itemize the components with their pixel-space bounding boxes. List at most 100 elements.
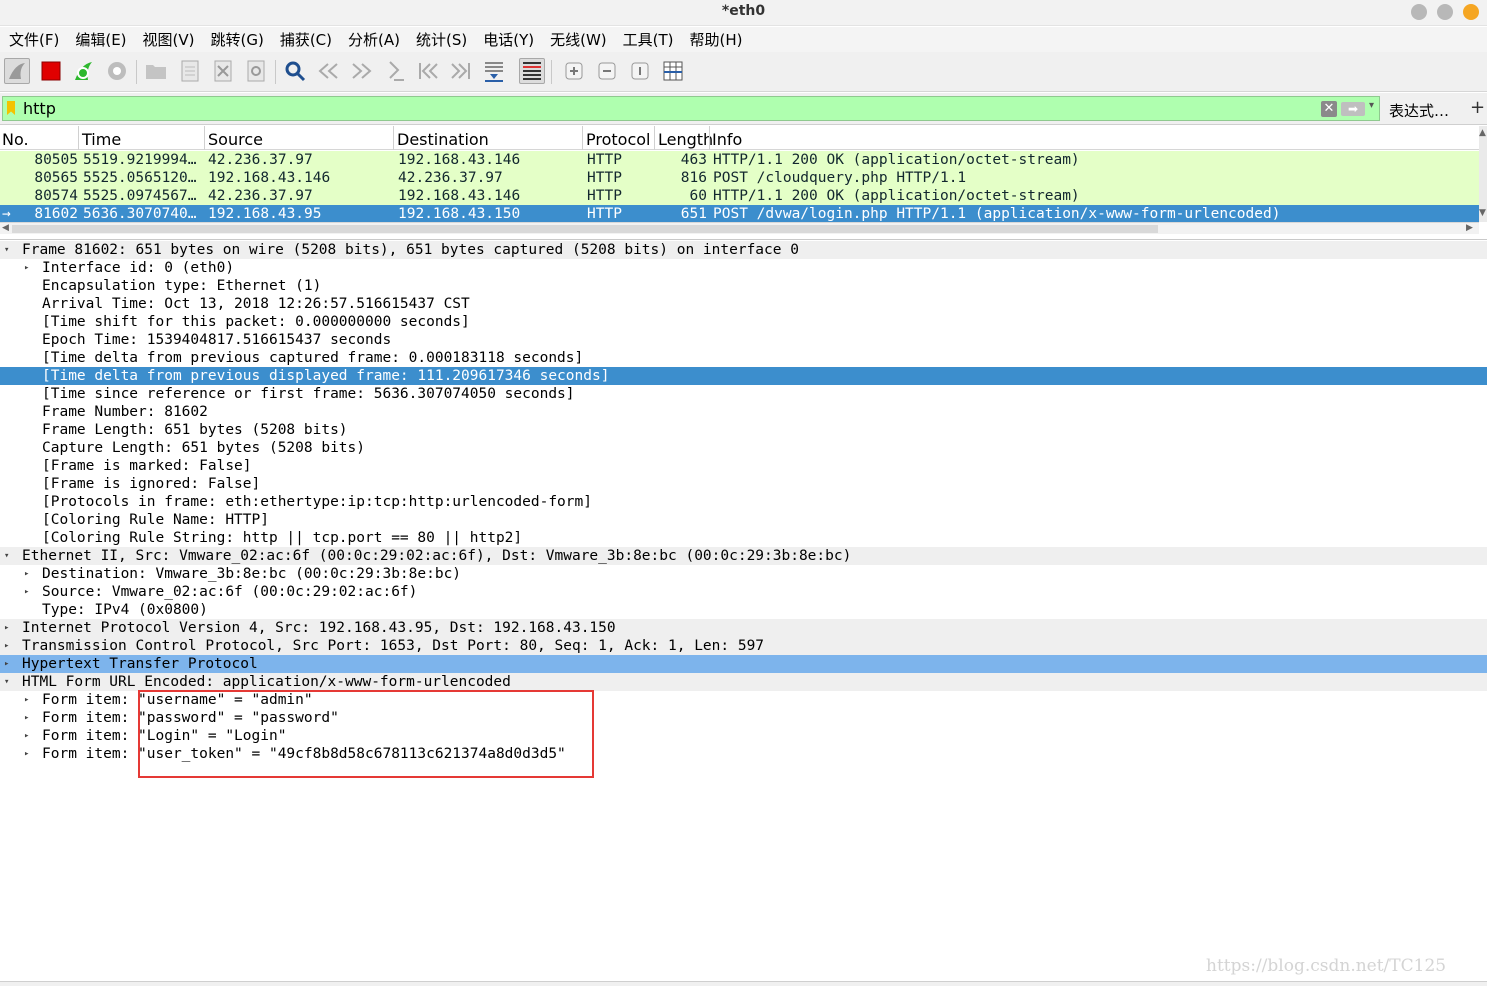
go-to-packet-icon[interactable]	[382, 58, 408, 84]
reload-file-icon[interactable]	[243, 58, 269, 84]
detail-tree-item[interactable]: Epoch Time: 1539404817.516615437 seconds	[0, 331, 1487, 349]
bookmark-icon[interactable]	[7, 101, 15, 115]
column-header-info[interactable]: Info	[712, 130, 742, 149]
detail-tree-item[interactable]: Encapsulation type: Ethernet (1)	[0, 277, 1487, 295]
expand-arrow-icon[interactable]: ▸	[4, 655, 9, 673]
open-file-icon[interactable]	[143, 58, 169, 84]
menu-edit[interactable]: 编辑(E)	[75, 29, 126, 50]
clear-filter-icon[interactable]: ✕	[1321, 101, 1337, 117]
detail-tree-item[interactable]: [Frame is ignored: False]	[0, 475, 1487, 493]
collapse-arrow-icon[interactable]: ▾	[4, 547, 9, 565]
column-header-length[interactable]: Length	[658, 130, 713, 149]
collapse-arrow-icon[interactable]: ▾	[4, 673, 9, 691]
zoom-out-icon[interactable]	[594, 58, 620, 84]
capture-options-icon[interactable]	[104, 58, 130, 84]
column-header-source[interactable]: Source	[208, 130, 263, 149]
menu-help[interactable]: 帮助(H)	[690, 29, 743, 50]
expand-arrow-icon[interactable]: ▸	[24, 565, 29, 583]
chevron-down-icon[interactable]: ▾	[1369, 100, 1374, 111]
packet-row[interactable]: 80574 5525.0974567… 42.236.37.97 192.168…	[0, 187, 1479, 205]
close-file-icon[interactable]	[210, 58, 236, 84]
expand-arrow-icon[interactable]: ▸	[24, 745, 29, 763]
menu-view[interactable]: 视图(V)	[143, 29, 195, 50]
detail-tree-item[interactable]: Arrival Time: Oct 13, 2018 12:26:57.5166…	[0, 295, 1487, 313]
detail-tree-node[interactable]: ▸ Internet Protocol Version 4, Src: 192.1…	[0, 619, 1487, 637]
packet-source: 42.236.37.97	[208, 188, 313, 204]
save-file-icon[interactable]	[177, 58, 203, 84]
detail-tree-item[interactable]: ▸ Destination: Vmware_3b:8e:bc (00:0c:29:…	[0, 565, 1487, 583]
find-packet-icon[interactable]	[282, 58, 308, 84]
expression-button[interactable]: 表达式…	[1389, 100, 1449, 121]
detail-tree-item[interactable]: ▸ Interface id: 0 (eth0)	[0, 259, 1487, 277]
maximize-button[interactable]	[1437, 4, 1453, 20]
detail-tree-item[interactable]: [Time delta from previous displayed fram…	[0, 367, 1487, 385]
expand-arrow-icon[interactable]: ▸	[4, 637, 9, 655]
detail-tree-item[interactable]: [Protocols in frame: eth:ethertype:ip:tc…	[0, 493, 1487, 511]
detail-tree-node[interactable]: ▾ Ethernet II, Src: Vmware_02:ac:6f (00:0…	[0, 547, 1487, 565]
apply-filter-icon[interactable]: ➡	[1341, 102, 1365, 116]
detail-tree-item[interactable]: [Coloring Rule String: http || tcp.port …	[0, 529, 1487, 547]
go-back-icon[interactable]	[315, 58, 341, 84]
close-window-button[interactable]	[1463, 4, 1479, 20]
packet-list-vertical-scrollbar[interactable]: ▲ ▼	[1479, 126, 1487, 222]
packet-details-pane: ▾ Frame 81602: 651 bytes on wire (5208 bi…	[0, 239, 1487, 981]
last-packet-icon[interactable]	[448, 58, 474, 84]
detail-tree-node[interactable]: ▸ Transmission Control Protocol, Src Port…	[0, 637, 1487, 655]
first-packet-icon[interactable]	[415, 58, 441, 84]
packet-info: POST /dvwa/login.php HTTP/1.1 (applicati…	[713, 206, 1281, 222]
collapse-arrow-icon[interactable]: ▾	[4, 241, 9, 259]
restart-capture-icon[interactable]	[71, 58, 97, 84]
detail-tree-item[interactable]: [Time delta from previous captured frame…	[0, 349, 1487, 367]
minimize-button[interactable]	[1411, 4, 1427, 20]
menu-statistics[interactable]: 统计(S)	[416, 29, 467, 50]
stop-capture-icon[interactable]	[38, 58, 64, 84]
packet-row[interactable]: 80565 5525.0565120… 192.168.43.146 42.23…	[0, 169, 1479, 187]
menu-file[interactable]: 文件(F)	[9, 29, 59, 50]
zoom-in-icon[interactable]	[561, 58, 587, 84]
go-forward-icon[interactable]	[349, 58, 375, 84]
packet-list-horizontal-scrollbar[interactable]: ◀ ▶	[0, 222, 1479, 234]
expand-arrow-icon[interactable]: ▸	[4, 619, 9, 637]
packet-row-selected[interactable]: → 81602 5636.3070740… 192.168.43.95 192.…	[0, 205, 1479, 223]
packet-time: 5525.0565120…	[83, 170, 197, 186]
expand-arrow-icon[interactable]: ▸	[24, 583, 29, 601]
menu-go[interactable]: 跳转(G)	[211, 29, 264, 50]
packet-length: 651	[680, 206, 707, 222]
scrollbar-thumb[interactable]	[12, 225, 1158, 233]
detail-tree-item[interactable]: [Time since reference or first frame: 56…	[0, 385, 1487, 403]
column-header-no[interactable]: No.	[2, 130, 29, 149]
detail-tree-node[interactable]: ▸ Hypertext Transfer Protocol	[0, 655, 1487, 673]
display-filter-input[interactable]	[23, 98, 1313, 119]
expand-arrow-icon[interactable]: ▸	[24, 259, 29, 277]
shark-fin-start-icon[interactable]	[4, 58, 30, 84]
expand-arrow-icon[interactable]: ▸	[24, 727, 29, 745]
detail-tree-item[interactable]: Frame Length: 651 bytes (5208 bits)	[0, 421, 1487, 439]
expand-arrow-icon[interactable]: ▸	[24, 691, 29, 709]
packet-row[interactable]: 80505 5519.9219994… 42.236.37.97 192.168…	[0, 151, 1479, 169]
detail-tree-item[interactable]: [Time shift for this packet: 0.000000000…	[0, 313, 1487, 331]
window-title: *eth0	[721, 3, 766, 19]
detail-tree-item[interactable]: Type: IPv4 (0x0800)	[0, 601, 1487, 619]
detail-tree-node[interactable]: ▾ HTML Form URL Encoded: application/x-ww…	[0, 673, 1487, 691]
column-header-protocol[interactable]: Protocol	[586, 130, 650, 149]
packet-destination: 42.236.37.97	[398, 170, 503, 186]
detail-tree-item[interactable]: Capture Length: 651 bytes (5208 bits)	[0, 439, 1487, 457]
column-header-time[interactable]: Time	[82, 130, 121, 149]
menu-capture[interactable]: 捕获(C)	[280, 29, 332, 50]
menu-analyze[interactable]: 分析(A)	[348, 29, 400, 50]
menu-tools[interactable]: 工具(T)	[623, 29, 674, 50]
detail-tree-item[interactable]: [Coloring Rule Name: HTTP]	[0, 511, 1487, 529]
detail-tree-node[interactable]: ▾ Frame 81602: 651 bytes on wire (5208 bi…	[0, 241, 1487, 259]
column-header-destination[interactable]: Destination	[397, 130, 489, 149]
colorize-icon[interactable]	[519, 58, 545, 84]
detail-tree-item[interactable]: Frame Number: 81602	[0, 403, 1487, 421]
add-filter-button[interactable]: +	[1470, 97, 1485, 118]
resize-columns-icon[interactable]	[660, 58, 686, 84]
detail-tree-item[interactable]: [Frame is marked: False]	[0, 457, 1487, 475]
expand-arrow-icon[interactable]: ▸	[24, 709, 29, 727]
menu-telephony[interactable]: 电话(Y)	[483, 29, 534, 50]
autoscroll-icon[interactable]	[481, 58, 507, 84]
detail-tree-item[interactable]: ▸ Source: Vmware_02:ac:6f (00:0c:29:02:ac…	[0, 583, 1487, 601]
normal-size-icon[interactable]	[627, 58, 653, 84]
menu-wireless[interactable]: 无线(W)	[550, 29, 607, 50]
